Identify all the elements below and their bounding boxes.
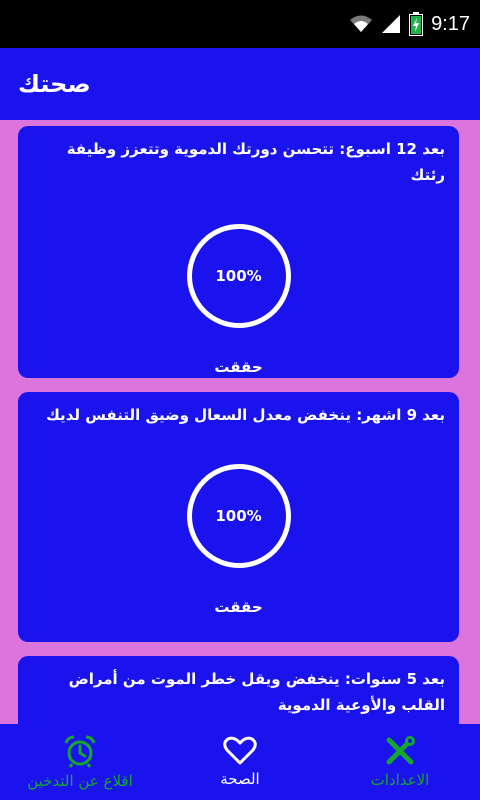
health-card[interactable]: بعد 5 سنوات: ينخفض ويقل خطر الموت من أمر…	[18, 656, 459, 724]
nav-item-quit-smoking[interactable]: اقلاع عن التدخين	[0, 724, 160, 800]
health-card[interactable]: بعد 12 اسبوع: تتحسن دورتك الدموية وتتعزز…	[18, 126, 459, 378]
health-cards-list[interactable]: بعد 12 اسبوع: تتحسن دورتك الدموية وتتعزز…	[0, 120, 480, 724]
alarm-clock-icon	[64, 735, 96, 768]
card-title: بعد 5 سنوات: ينخفض ويقل خطر الموت من أمر…	[68, 670, 445, 714]
battery-charging-icon	[409, 12, 424, 36]
heart-icon	[223, 736, 257, 765]
progress-value: 100%	[215, 267, 262, 285]
card-status: حققت	[214, 358, 263, 376]
health-card[interactable]: بعد 9 اشهر: ينخفض معدل السعال وضيق التنف…	[18, 392, 459, 642]
card-status: حققت	[214, 598, 263, 616]
card-title: بعد 12 اسبوع: تتحسن دورتك الدموية وتتعزز…	[66, 140, 445, 184]
app-title: صحتك	[18, 70, 91, 98]
nav-item-settings[interactable]: الاعدادات	[320, 724, 480, 800]
status-bar: 9:17	[0, 0, 480, 48]
app-bar: صحتك	[0, 48, 480, 120]
card-title: بعد 9 اشهر: ينخفض معدل السعال وضيق التنف…	[46, 406, 445, 424]
progress-ring: 100%	[186, 224, 291, 328]
nav-label: اقلاع عن التدخين	[27, 772, 133, 790]
progress-value: 100%	[215, 507, 262, 525]
wifi-icon	[350, 15, 373, 32]
nav-item-health[interactable]: الصحة	[160, 724, 320, 800]
tools-icon	[386, 736, 415, 765]
nav-label: الاعدادات	[370, 771, 430, 789]
status-time: 9:17	[431, 12, 470, 35]
progress-ring: 100%	[186, 464, 291, 568]
nav-label: الصحة	[220, 770, 260, 788]
cell-signal-icon	[382, 15, 401, 33]
bottom-nav: اقلاع عن التدخين الصحة الاعدادات	[0, 724, 480, 800]
